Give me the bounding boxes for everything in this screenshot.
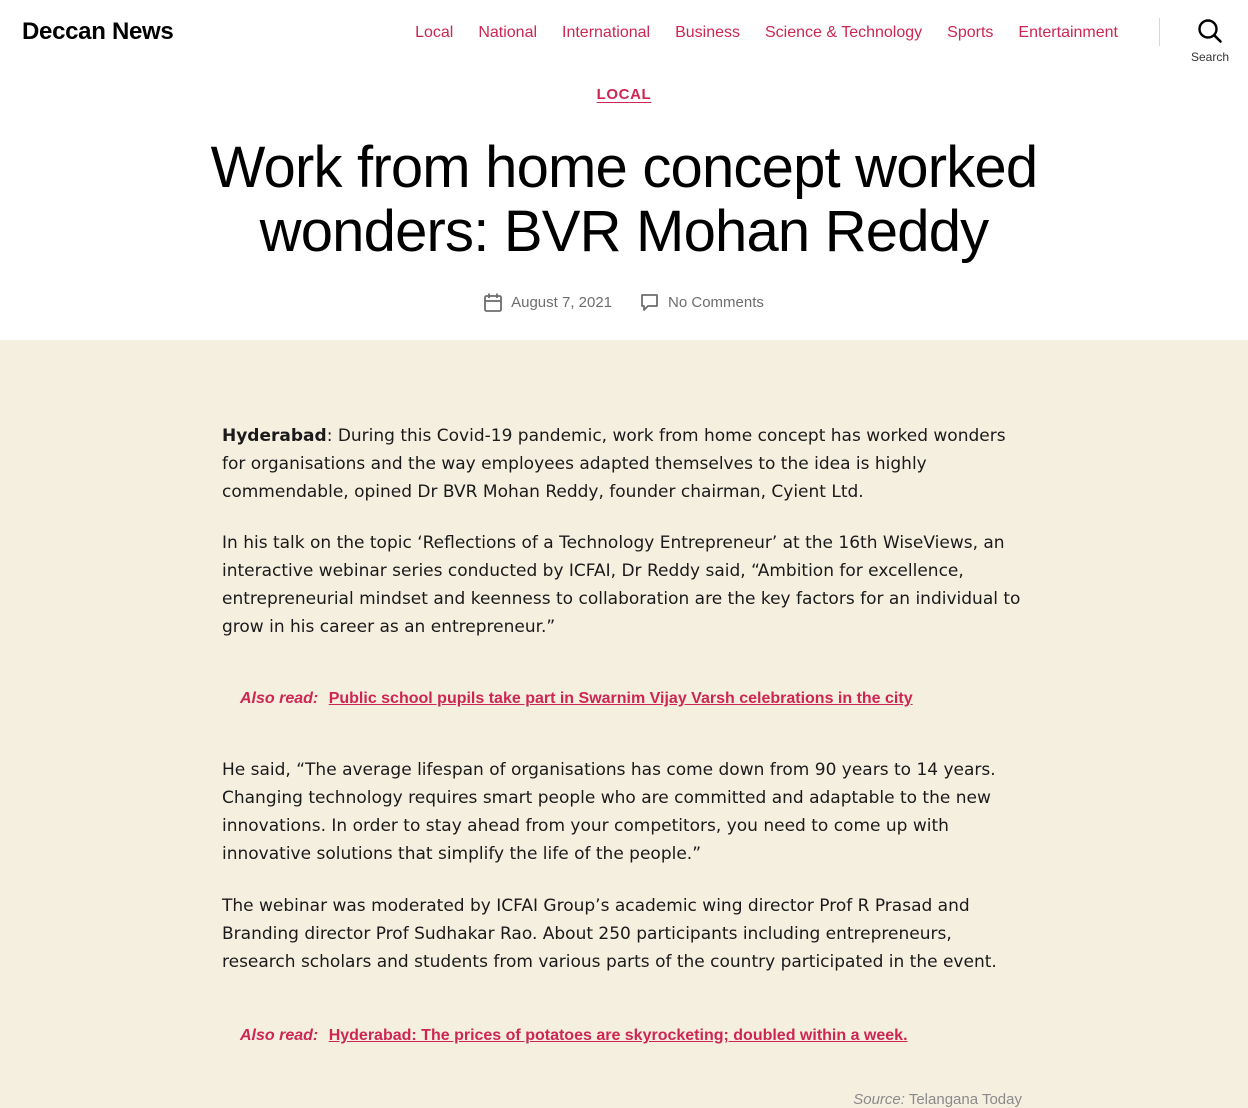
source-credit: Source: Telangana Today — [222, 1086, 1022, 1108]
search-toggle[interactable]: Search — [1185, 18, 1235, 64]
paragraph: He said, “The average lifespan of organi… — [222, 760, 996, 864]
category-link[interactable]: LOCAL — [597, 86, 652, 103]
page-title: Work from home concept worked wonders: B… — [210, 135, 1039, 264]
paragraph: Hyderabad: During this Covid-19 pandemic… — [222, 422, 1022, 506]
paragraph-text: : During this Covid-19 pandemic, work fr… — [222, 426, 1006, 502]
entry-category: LOCAL — [0, 86, 1248, 104]
site-header: Deccan News Local National International… — [0, 0, 1248, 80]
nav-divider — [1159, 18, 1160, 46]
nav-item-science-technology[interactable]: Science & Technology — [765, 23, 922, 43]
nav-item-entertainment[interactable]: Entertainment — [1018, 23, 1118, 43]
paragraph: The webinar was moderated by ICFAI Group… — [222, 896, 997, 972]
nav-item-international[interactable]: International — [562, 23, 650, 43]
post-comments: No Comments — [640, 293, 764, 312]
search-icon — [1198, 19, 1222, 43]
nav-item-national[interactable]: National — [478, 23, 537, 43]
also-read-link[interactable]: Public school pupils take part in Swarni… — [329, 690, 913, 707]
site-title[interactable]: Deccan News — [22, 18, 174, 46]
entry-header: LOCAL Work from home concept worked wond… — [0, 80, 1248, 340]
post-date-link[interactable]: August 7, 2021 — [511, 294, 612, 311]
source-value: Telangana Today — [908, 1091, 1022, 1108]
also-read: Also read: Public school pupils take par… — [240, 687, 1022, 711]
also-read-label: Also read: — [240, 1027, 319, 1044]
search-label: Search — [1190, 50, 1230, 64]
nav-item-local[interactable]: Local — [415, 23, 453, 43]
primary-nav: Local National International Business Sc… — [415, 23, 1118, 43]
nav-item-business[interactable]: Business — [675, 23, 740, 43]
dateline: Hyderabad — [222, 426, 327, 446]
post-date: August 7, 2021 — [484, 293, 612, 312]
post-content-area: Hyderabad: During this Covid-19 pandemic… — [0, 340, 1248, 1108]
also-read: Also read: Hyderabad: The prices of pota… — [240, 1024, 1022, 1048]
paragraph: In his talk on the topic ‘Reflections of… — [222, 533, 1021, 637]
comment-icon — [641, 294, 658, 311]
also-read-label: Also read: — [240, 690, 319, 707]
nav-item-sports[interactable]: Sports — [947, 23, 993, 43]
comments-link[interactable]: No Comments — [668, 294, 764, 311]
entry-content: Hyderabad: During this Covid-19 pandemic… — [222, 422, 1022, 1108]
also-read-link[interactable]: Hyderabad: The prices of potatoes are sk… — [329, 1027, 908, 1044]
calendar-icon — [484, 293, 503, 312]
post-meta: August 7, 2021 No Comments — [0, 293, 1248, 312]
source-label: Source: — [853, 1091, 905, 1108]
